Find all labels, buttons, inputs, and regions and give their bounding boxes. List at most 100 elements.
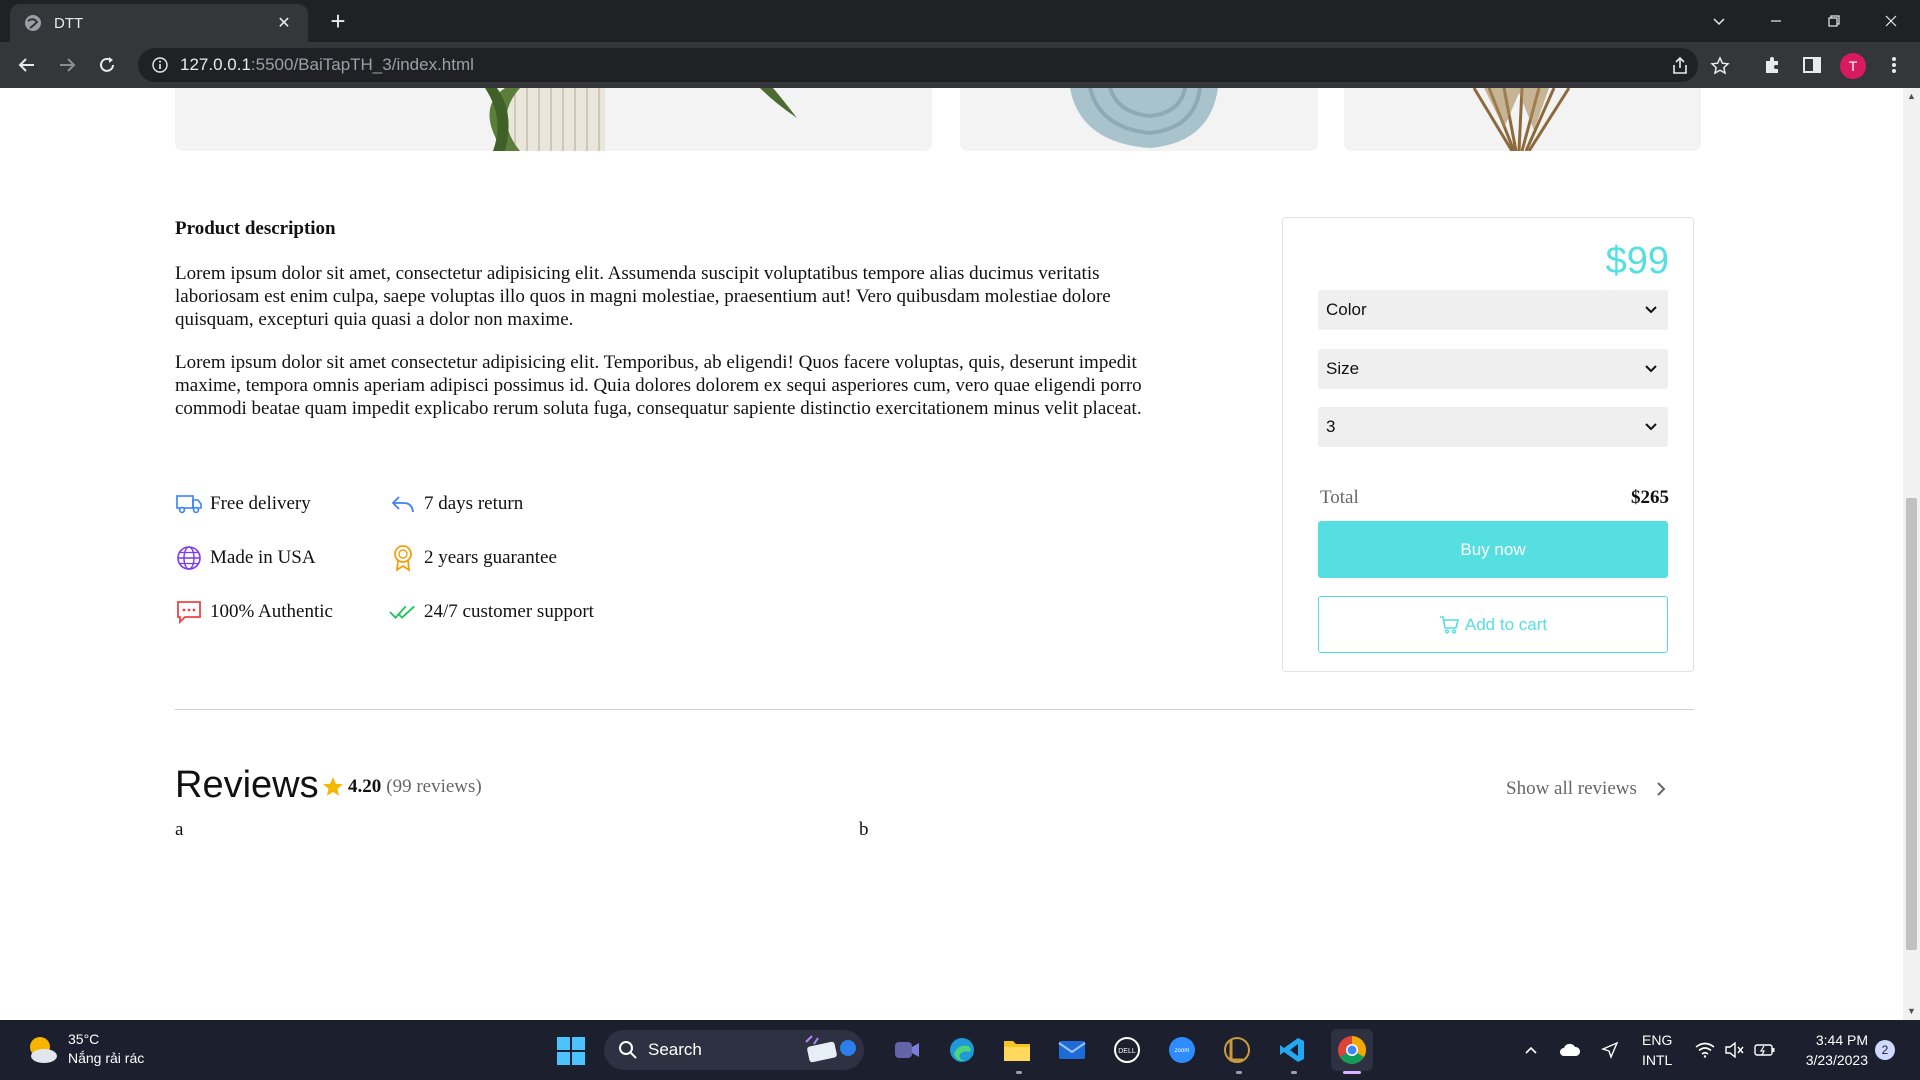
globe-favicon-icon — [25, 15, 41, 31]
svg-text:DELL: DELL — [1118, 1048, 1136, 1055]
scroll-up-icon[interactable]: ▲ — [1903, 88, 1920, 105]
total-value: $265 — [1631, 487, 1669, 508]
file-explorer-icon[interactable] — [1001, 1034, 1033, 1066]
speaker-muted-icon[interactable] — [1722, 1038, 1746, 1062]
award-icon — [389, 544, 417, 572]
feature-authentic: 100% Authentic — [175, 598, 333, 626]
product-image-towel[interactable] — [960, 88, 1318, 151]
bookmark-star-icon[interactable] — [1710, 56, 1730, 76]
close-window-icon[interactable] — [1862, 0, 1920, 42]
share-icon[interactable] — [1670, 56, 1690, 76]
back-arrow-icon[interactable] — [13, 51, 41, 79]
cart-icon — [1439, 615, 1459, 634]
color-select-value: Color — [1326, 300, 1367, 319]
side-panel-icon[interactable] — [1801, 54, 1823, 76]
svg-text:zoom: zoom — [1175, 1048, 1190, 1054]
wifi-icon[interactable] — [1693, 1038, 1717, 1062]
show-all-reviews-link[interactable]: Show all reviews — [1506, 778, 1667, 800]
url-host: 127.0.0.1 — [180, 55, 251, 74]
menu-kebab-icon[interactable] — [1883, 54, 1905, 76]
reload-icon[interactable] — [93, 51, 121, 79]
minimize-icon[interactable] — [1747, 0, 1805, 42]
search-highlight-icon — [805, 1035, 856, 1063]
address-bar[interactable]: 127.0.0.1:5500/BaiTapTH_3/index.html — [138, 48, 1730, 82]
star-icon — [322, 776, 344, 798]
chevron-up-icon[interactable] — [1519, 1038, 1543, 1062]
chevron-down-icon — [1645, 423, 1657, 431]
info-icon[interactable] — [152, 57, 168, 73]
review-count: (99 reviews) — [386, 776, 482, 797]
size-select[interactable]: Size — [1318, 349, 1668, 389]
feature-label: 7 days return — [424, 493, 524, 514]
description-paragraph-2: Lorem ipsum dolor sit amet consectetur a… — [175, 352, 1142, 419]
purchase-panel: $99 Color Size 3 Total $265 Buy now Add … — [1282, 217, 1694, 672]
add-to-cart-button[interactable]: Add to cart — [1318, 596, 1668, 653]
page-scrollbar[interactable]: ▲ ▼ — [1903, 88, 1920, 1020]
scroll-thumb[interactable] — [1906, 498, 1917, 950]
tab-title: DTT — [54, 14, 84, 32]
scroll-down-icon[interactable]: ▼ — [1903, 1003, 1920, 1020]
vscode-icon[interactable] — [1276, 1034, 1308, 1066]
zoom-icon[interactable]: zoom — [1166, 1034, 1198, 1066]
add-to-cart-label: Add to cart — [1464, 614, 1548, 634]
sun-cloud-icon — [30, 1037, 57, 1063]
chevron-down-icon — [1645, 306, 1657, 314]
input-language[interactable]: ENG INTL — [1642, 1030, 1672, 1070]
restore-icon[interactable] — [1805, 0, 1863, 42]
browser-tab[interactable]: DTT ✕ — [10, 4, 308, 42]
product-image-dried-flowers[interactable] — [1344, 88, 1701, 151]
forward-arrow-icon[interactable] — [53, 51, 81, 79]
size-select-value: Size — [1326, 359, 1360, 378]
chat-bubble-icon — [175, 598, 203, 626]
total-label: Total — [1320, 487, 1359, 508]
color-select[interactable]: Color — [1318, 290, 1668, 330]
chevron-right-icon — [1655, 781, 1667, 797]
league-client-icon[interactable] — [1221, 1034, 1253, 1066]
feature-support: 24/7 customer support — [389, 598, 594, 626]
double-check-icon — [389, 598, 417, 626]
product-description-title: Product description — [175, 218, 336, 239]
keyboard-layout: INTL — [1642, 1052, 1673, 1068]
windows-taskbar: 35°C Nắng rải rác Search DELL zoom ENG I… — [0, 1020, 1920, 1080]
feature-return: 7 days return — [389, 490, 523, 518]
weather-widget[interactable]: 35°C Nắng rải rác — [24, 1030, 144, 1068]
feature-label: 100% Authentic — [210, 601, 333, 622]
dell-icon[interactable]: DELL — [1111, 1034, 1143, 1066]
return-arrow-icon — [389, 490, 417, 518]
edge-browser-icon[interactable] — [946, 1034, 978, 1066]
app-active-indicator — [1343, 1071, 1361, 1074]
clock-time: 3:44 PM — [1815, 1032, 1868, 1048]
quantity-select-value: 3 — [1326, 417, 1336, 436]
taskbar-search[interactable]: Search — [604, 1030, 864, 1070]
feature-label: 24/7 customer support — [424, 601, 594, 622]
new-tab-icon[interactable]: + — [324, 8, 352, 34]
app-running-indicator — [1291, 1071, 1297, 1074]
temperature: 35°C — [68, 1031, 100, 1047]
profile-avatar[interactable]: T — [1840, 53, 1866, 79]
location-arrow-icon[interactable] — [1598, 1038, 1622, 1062]
app-running-indicator — [1236, 1071, 1242, 1074]
quantity-select[interactable]: 3 — [1318, 407, 1668, 447]
tab-search-icon[interactable] — [1690, 0, 1748, 42]
app-running-indicator — [1016, 1071, 1022, 1074]
chrome-icon[interactable] — [1331, 1029, 1373, 1071]
clock-date: 3/23/2023 — [1805, 1052, 1868, 1068]
system-clock[interactable]: 3:44 PM 3/23/2023 — [1796, 1030, 1868, 1070]
feature-free-delivery: Free delivery — [175, 490, 311, 518]
windows-start-icon[interactable] — [556, 1036, 586, 1066]
feature-label: 2 years guarantee — [424, 547, 557, 568]
browser-tab-bar: DTT ✕ + — [0, 0, 1920, 42]
buy-now-button[interactable]: Buy now — [1318, 521, 1668, 578]
globe-icon — [175, 544, 203, 572]
notification-badge[interactable]: 2 — [1875, 1040, 1895, 1060]
teams-meet-icon[interactable] — [891, 1034, 923, 1066]
onedrive-cloud-icon[interactable] — [1558, 1038, 1582, 1062]
reviews-title: Reviews — [175, 764, 319, 806]
extensions-icon[interactable] — [1761, 54, 1783, 76]
mail-icon[interactable] — [1056, 1034, 1088, 1066]
show-all-label: Show all reviews — [1506, 778, 1637, 799]
product-image-vase[interactable] — [175, 88, 932, 151]
feature-guarantee: 2 years guarantee — [389, 544, 557, 572]
battery-icon[interactable] — [1753, 1038, 1777, 1062]
close-tab-icon[interactable]: ✕ — [274, 13, 294, 33]
